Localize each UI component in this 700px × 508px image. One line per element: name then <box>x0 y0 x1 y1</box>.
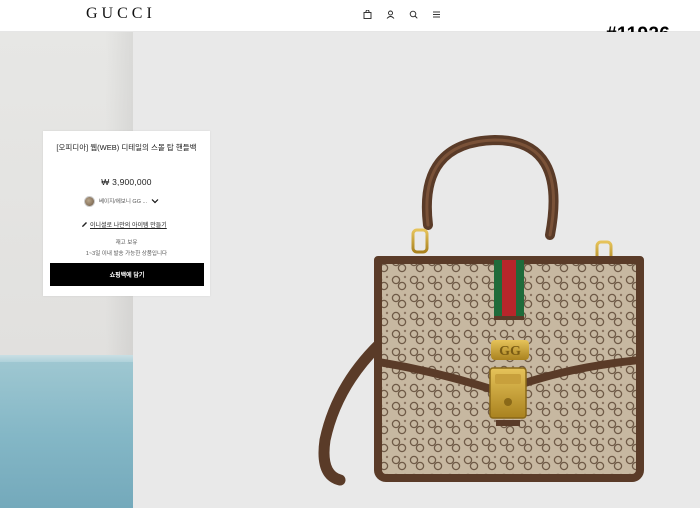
svg-text:GG: GG <box>499 344 521 359</box>
stock-status: 재고 보유 <box>115 240 138 246</box>
personalize-label: 이니셜로 나만의 아이템 만들기 <box>90 223 167 229</box>
menu-icon[interactable] <box>429 7 443 21</box>
gucci-logo[interactable]: GUCCI <box>86 5 156 23</box>
chevron-down-icon <box>151 196 161 206</box>
search-icon[interactable] <box>406 7 420 21</box>
user-icon[interactable] <box>383 7 397 21</box>
variant-label: 베이지/에보니 GG ... <box>99 199 148 205</box>
header-icons <box>360 7 443 21</box>
personalize-link[interactable]: 이니셜로 나만의 아이템 만들기 <box>81 220 167 229</box>
color-swatch <box>84 195 95 207</box>
pencil-icon <box>82 222 87 227</box>
add-to-cart-button[interactable]: 쇼핑백에 담기 <box>50 263 204 286</box>
product-price: ₩ 3,900,000 <box>101 177 152 187</box>
delivery-info: 1~3일 이내 발송 가능한 상품입니다 <box>85 251 168 257</box>
shopping-bag-icon[interactable] <box>360 7 374 21</box>
variant-selector[interactable]: 베이지/에보니 GG ... <box>84 194 161 208</box>
product-title: [오피디아] 웹(WEB) 디테일의 스몰 탑 핸들백 <box>56 143 197 152</box>
product-info-card: [오피디아] 웹(WEB) 디테일의 스몰 탑 핸들백 ₩ 3,900,000 … <box>43 131 210 296</box>
product-image: GG <box>318 134 644 486</box>
site-header: GUCCI <box>0 0 700 32</box>
pool-water <box>0 362 133 508</box>
